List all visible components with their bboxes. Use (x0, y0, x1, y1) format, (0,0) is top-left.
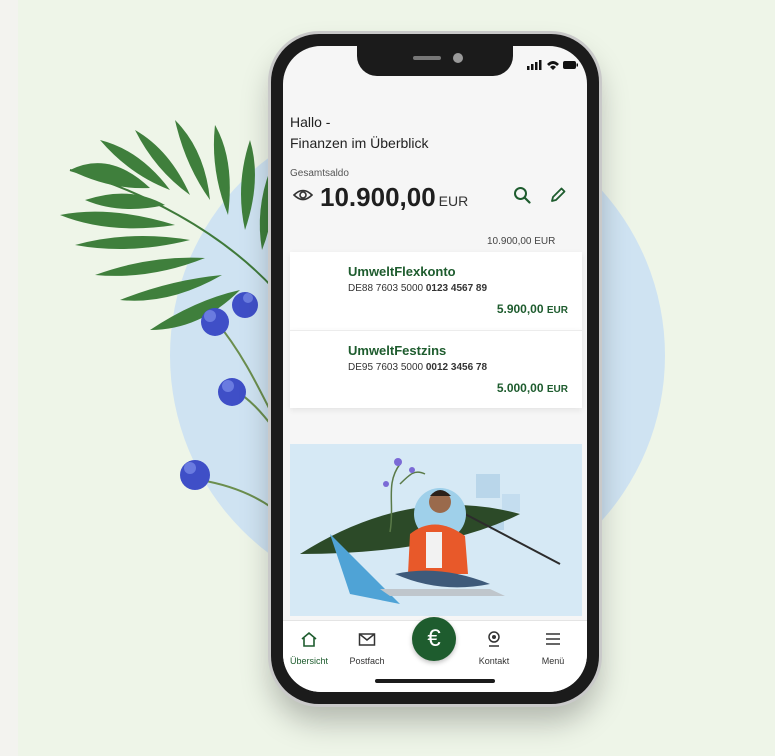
account-iban-suffix: 0123 4567 89 (425, 283, 488, 294)
euro-action-button[interactable]: € (412, 617, 456, 661)
speaker-grille (413, 56, 441, 60)
home-icon (301, 631, 317, 647)
account-iban-prefix: DE95 7603 5000 (348, 362, 424, 373)
contact-icon (488, 631, 500, 647)
tab-label: Übersicht (289, 656, 328, 666)
total-balance-amount: 10.900,00 (320, 182, 436, 212)
search-icon[interactable] (513, 186, 531, 204)
total-balance-currency: EUR (438, 193, 469, 209)
account-balance-currency: EUR (546, 384, 568, 395)
front-camera (453, 53, 463, 63)
account-iban-suffix: 0012 3456 78 (425, 362, 488, 373)
app-screen: Hallo - Finanzen im Überblick Gesamtsald… (283, 46, 587, 692)
account-iban: DE88 7603 5000 0123 4567 89 (348, 283, 487, 294)
account-iban: DE95 7603 5000 0012 3456 78 (348, 362, 487, 373)
account-name: UmweltFlexkonto (348, 264, 456, 279)
greeting-line-2: Finanzen im Überblick (290, 135, 429, 151)
phone-notch (357, 46, 513, 76)
account-balance-amount: 5.900,00 (496, 302, 544, 316)
account-name: UmweltFestzins (348, 343, 447, 358)
account-balance-amount: 5.000,00 (496, 381, 544, 395)
greeting-line-1: Hallo - (290, 114, 331, 130)
status-bar-icons (527, 60, 578, 70)
eye-icon[interactable] (293, 188, 313, 202)
account-balance: 5.900,00 EUR (497, 302, 568, 316)
promo-illustration (300, 458, 561, 604)
total-balance-label: Gesamtsaldo (290, 168, 349, 179)
total-balance: 10.900,00 EUR (320, 182, 468, 213)
account-card-flexkonto[interactable]: UmweltFlexkonto DE88 7603 5000 0123 4567… (290, 252, 582, 330)
tab-label: Postfach (349, 656, 385, 666)
home-indicator (375, 679, 495, 683)
euro-icon: € (427, 625, 441, 652)
mail-icon (358, 633, 376, 646)
account-balance: 5.000,00 EUR (497, 381, 568, 395)
account-balance-currency: EUR (546, 305, 568, 316)
tab-kontakt[interactable]: Kontakt (464, 631, 524, 666)
greeting: Hallo - Finanzen im Überblick (290, 112, 429, 154)
promo-banner[interactable] (290, 444, 582, 616)
tab-label: Kontakt (478, 656, 510, 666)
edit-pencil-icon[interactable] (549, 186, 567, 204)
accounts-sum: 10.900,00 EUR (487, 236, 556, 247)
account-iban-prefix: DE88 7603 5000 (348, 283, 424, 294)
tab-menue[interactable]: Menü (523, 631, 583, 666)
tab-postfach[interactable]: Postfach (337, 631, 397, 666)
menu-icon (546, 633, 560, 645)
phone-frame: Hallo - Finanzen im Überblick Gesamtsald… (271, 34, 599, 704)
tab-label: Menü (541, 656, 565, 666)
account-card-festzins[interactable]: UmweltFestzins DE95 7603 5000 0012 3456 … (290, 330, 582, 408)
tab-uebersicht[interactable]: Übersicht (283, 631, 339, 666)
